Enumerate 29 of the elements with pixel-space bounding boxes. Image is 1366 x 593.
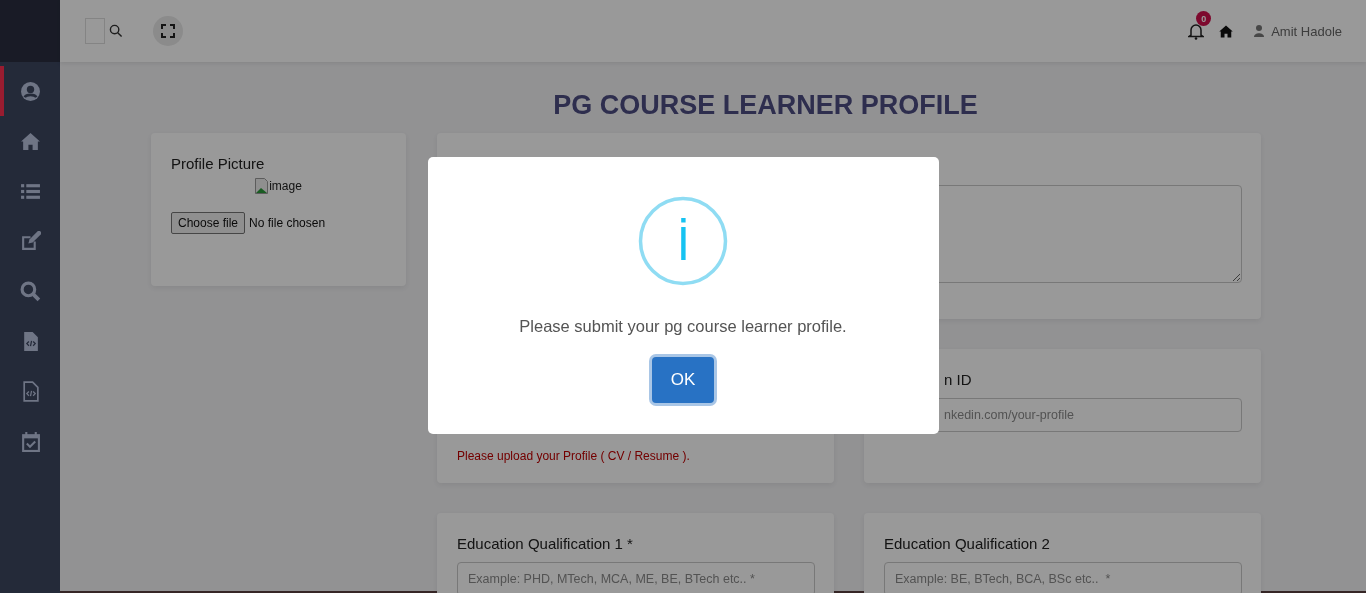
calendar-check-icon: [19, 430, 41, 452]
notification-badge: 0: [1196, 11, 1212, 26]
user-icon: [1254, 25, 1265, 37]
field-label: n ID: [943, 371, 973, 388]
input-field[interactable]: Example: PHD, MTech, MCA, ME, BE, BTech etc.. *: [457, 562, 815, 593]
info-icon: [638, 196, 728, 286]
bell-icon[interactable]: [1188, 22, 1205, 40]
input-field[interactable]: Example: BE, BTech, BCA, BSc etc.. *: [884, 562, 1242, 593]
field-label: Education Qualification 1 *: [457, 535, 634, 552]
error-message: Please upload your Profile ( CV / Resume ).: [457, 449, 691, 463]
fullscreen-button[interactable]: [153, 16, 183, 46]
user-icon: [19, 80, 41, 102]
home-icon: [19, 130, 41, 152]
edit-icon: [19, 230, 41, 252]
image-alt-text: image: [269, 179, 302, 193]
card-label: Profile Picture: [171, 155, 266, 172]
broken-image-icon: [255, 178, 269, 194]
search-icon: [19, 280, 41, 302]
file-status: No file chosen: [249, 216, 326, 230]
search-icon[interactable]: [109, 24, 123, 38]
fullscreen-icon: [161, 24, 175, 38]
brand-bar: [0, 0, 60, 62]
choose-file-button[interactable]: Choose file: [171, 212, 246, 234]
dialog-message: Please submit your pg course learner profile.: [519, 317, 847, 336]
field-label: Education Qualification 2: [884, 535, 1051, 552]
user-name[interactable]: Amit Hadole: [1271, 23, 1342, 39]
page-title: PG COURSE LEARNER PROFILE: [552, 90, 979, 121]
ok-button[interactable]: OK: [652, 357, 714, 403]
home-icon[interactable]: [1218, 23, 1235, 39]
